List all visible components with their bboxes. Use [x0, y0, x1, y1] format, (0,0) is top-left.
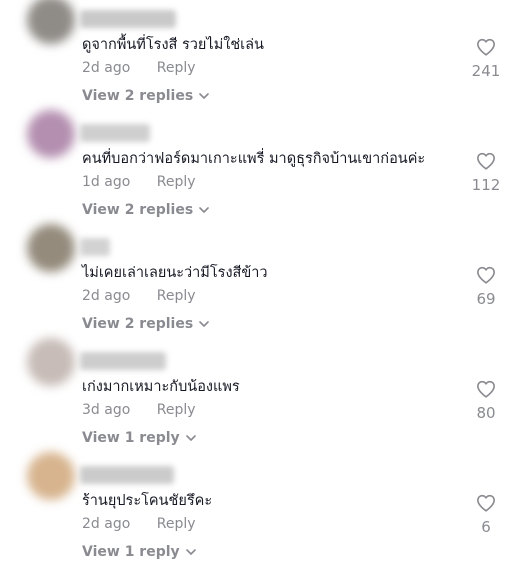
- like-button[interactable]: 241: [471, 38, 501, 80]
- view-replies-label: View 2 replies: [82, 88, 194, 104]
- username-blurred[interactable]: [80, 10, 176, 28]
- username-blurred[interactable]: [80, 352, 166, 370]
- username-blurred[interactable]: [80, 238, 110, 256]
- reply-button[interactable]: Reply: [157, 60, 196, 76]
- comment-time: 2d ago: [82, 288, 131, 304]
- like-count: 241: [471, 62, 501, 80]
- view-replies-button[interactable]: View 1 reply: [82, 430, 196, 446]
- reply-button[interactable]: Reply: [157, 402, 196, 418]
- avatar[interactable]: [27, 0, 75, 44]
- view-replies-button[interactable]: View 2 replies: [82, 88, 209, 104]
- heart-icon: [477, 38, 495, 56]
- reply-button[interactable]: Reply: [157, 516, 196, 532]
- comment-time: 2d ago: [82, 516, 131, 532]
- username-blurred[interactable]: [80, 466, 174, 484]
- view-replies-button[interactable]: View 2 replies: [82, 316, 209, 332]
- comment-item: เก่งมากเหมาะกับน้องแพร 3d ago Reply View…: [0, 338, 529, 456]
- like-count: 6: [481, 518, 491, 536]
- like-button[interactable]: 112: [471, 152, 501, 194]
- comment-text: เก่งมากเหมาะกับน้องแพร: [82, 379, 240, 395]
- like-count: 69: [476, 290, 496, 308]
- avatar[interactable]: [27, 338, 75, 386]
- chevron-down-icon: [185, 548, 196, 555]
- username-blurred[interactable]: [80, 124, 150, 142]
- comment-time: 3d ago: [82, 402, 131, 418]
- comment-text: ดูจากพื้นที่โรงสี รวยไม่ใช่เล่น: [82, 37, 264, 53]
- reply-button[interactable]: Reply: [157, 288, 196, 304]
- comment-meta: 2d ago Reply: [82, 60, 196, 76]
- avatar[interactable]: [27, 110, 75, 158]
- comment-text: คนที่บอกว่าฟอร์ดมาเกาะแพรี่ มาดูธุรกิจบ้…: [82, 151, 426, 167]
- heart-icon: [477, 380, 495, 398]
- comment-meta: 1d ago Reply: [82, 174, 196, 190]
- chevron-down-icon: [185, 434, 196, 441]
- comment-item: ดูจากพื้นที่โรงสี รวยไม่ใช่เล่น 2d ago R…: [0, 0, 529, 114]
- comment-meta: 2d ago Reply: [82, 516, 196, 532]
- view-replies-label: View 2 replies: [82, 316, 194, 332]
- reply-button[interactable]: Reply: [157, 174, 196, 190]
- comment-text: ไม่เคยเล่าเลยนะว่ามีโรงสีข้าว: [82, 265, 268, 281]
- like-button[interactable]: 80: [471, 380, 501, 422]
- chevron-down-icon: [199, 92, 209, 99]
- view-replies-button[interactable]: View 2 replies: [82, 202, 209, 218]
- avatar[interactable]: [27, 452, 75, 500]
- chevron-down-icon: [199, 206, 209, 213]
- comment-item: คนที่บอกว่าฟอร์ดมาเกาะแพรี่ มาดูธุรกิจบ้…: [0, 110, 529, 228]
- heart-icon: [477, 266, 495, 284]
- view-replies-label: View 2 replies: [82, 202, 194, 218]
- view-replies-label: View 1 reply: [82, 544, 180, 560]
- avatar[interactable]: [27, 224, 75, 272]
- comment-item: ร้านยุประโคนชัยรึคะ 2d ago Reply View 1 …: [0, 452, 529, 570]
- heart-icon: [477, 152, 495, 170]
- like-count: 112: [471, 176, 501, 194]
- comment-time: 1d ago: [82, 174, 131, 190]
- chevron-down-icon: [199, 320, 209, 327]
- heart-icon: [477, 494, 495, 512]
- like-count: 80: [476, 404, 496, 422]
- view-replies-label: View 1 reply: [82, 430, 180, 446]
- comment-text: ร้านยุประโคนชัยรึคะ: [82, 493, 213, 509]
- comment-time: 2d ago: [82, 60, 131, 76]
- comment-item: ไม่เคยเล่าเลยนะว่ามีโรงสีข้าว 2d ago Rep…: [0, 224, 529, 342]
- like-button[interactable]: 6: [471, 494, 501, 536]
- comment-meta: 2d ago Reply: [82, 288, 196, 304]
- view-replies-button[interactable]: View 1 reply: [82, 544, 196, 560]
- like-button[interactable]: 69: [471, 266, 501, 308]
- comment-meta: 3d ago Reply: [82, 402, 196, 418]
